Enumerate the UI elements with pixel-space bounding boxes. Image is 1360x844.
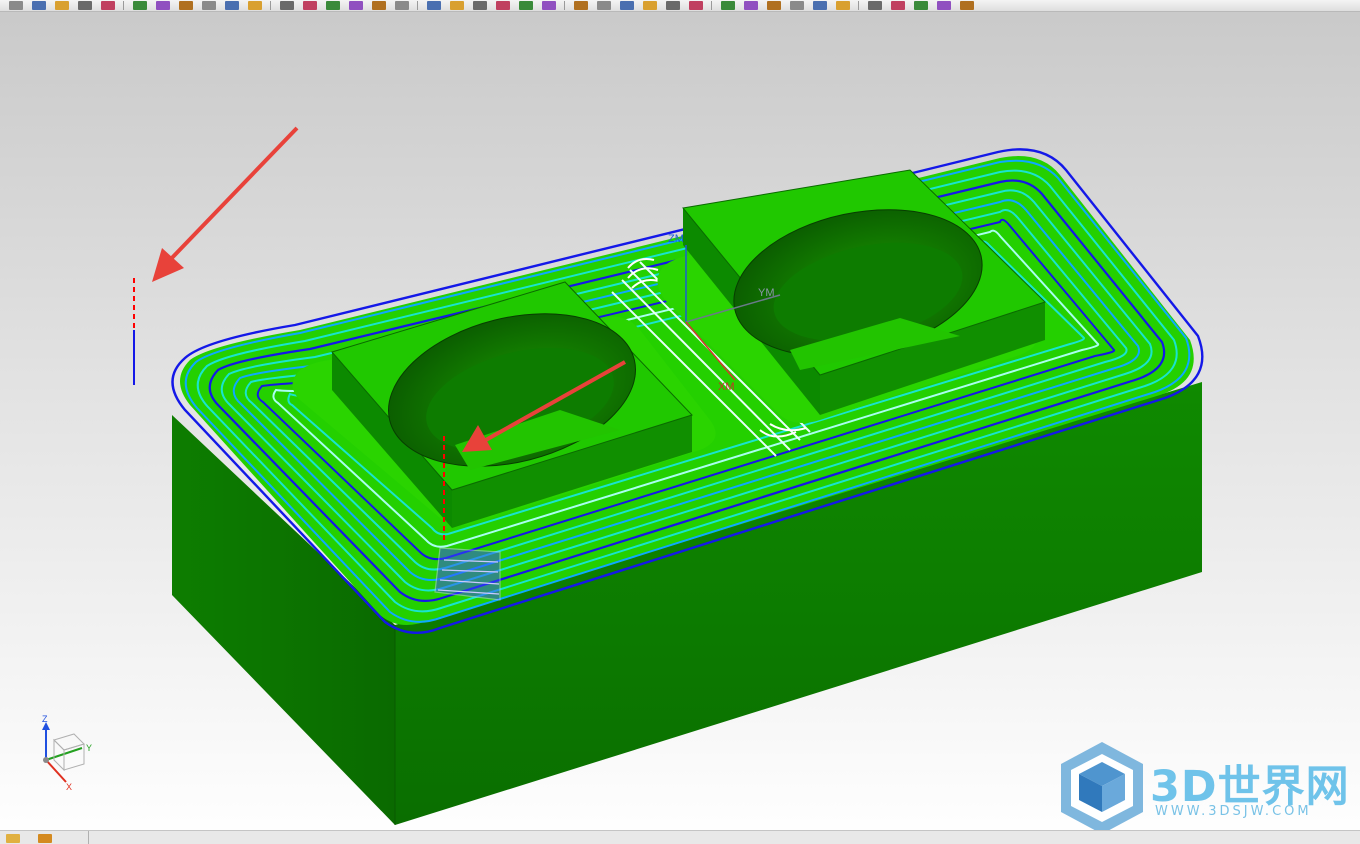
toolbar-separator [858,1,859,10]
wcs-zm-label: ZM [668,233,684,245]
toolbar-button-icon[interactable] [790,1,804,10]
toolbar-separator [270,1,271,10]
triad-x-label: X [66,782,73,792]
toolbar-button-icon[interactable] [891,1,905,10]
toolbar-button-icon[interactable] [666,1,680,10]
toolbar-separator [417,1,418,10]
wcs-xm-label: XM [718,381,735,393]
toolbar-button-icon[interactable] [519,1,533,10]
toolbar-separator [711,1,712,10]
toolbar-button-icon[interactable] [32,1,46,10]
toolbar-button-icon[interactable] [914,1,928,10]
toolbar-button-icon[interactable] [372,1,386,10]
watermark-logo-icon [1061,742,1143,834]
toolbar-button-icon[interactable] [721,1,735,10]
toolbar-button-icon[interactable] [620,1,634,10]
toolbar-button-icon[interactable] [836,1,850,10]
toolbar-button-icon[interactable] [597,1,611,10]
toolbar-button-icon[interactable] [326,1,340,10]
toolbar-button-icon[interactable] [496,1,510,10]
toolbar-button-icon[interactable] [689,1,703,10]
ramp-toolpath [434,547,501,601]
main-toolbar [0,0,1360,12]
toolbar-button-icon[interactable] [303,1,317,10]
part-3d-view[interactable]: ZM YM XM [0,12,1360,830]
toolbar-button-icon[interactable] [767,1,781,10]
graphics-viewport[interactable]: ZM YM XM [0,12,1360,830]
toolbar-button-icon[interactable] [643,1,657,10]
toolbar-button-icon[interactable] [427,1,441,10]
toolbar-button-icon[interactable] [395,1,409,10]
watermark: 3D世界网 WWW.3DSJW.COM [1055,738,1355,838]
toolbar-button-icon[interactable] [133,1,147,10]
toolbar-separator [123,1,124,10]
part-navigator-icon[interactable] [38,834,52,843]
triad-y-label: Y [86,743,93,753]
toolbar-button-icon[interactable] [868,1,882,10]
toolbar-button-icon[interactable] [542,1,556,10]
toolbar-button-icon[interactable] [9,1,23,10]
view-triad[interactable]: Z Y X [30,710,110,800]
toolbar-button-icon[interactable] [78,1,92,10]
arrow-left-annotation [152,126,299,282]
toolbar-button-icon[interactable] [744,1,758,10]
status-bar [0,830,1360,844]
toolbar-button-icon[interactable] [156,1,170,10]
triad-z-label: Z [42,714,48,724]
toolbar-button-icon[interactable] [225,1,239,10]
watermark-url: WWW.3DSJW.COM [1155,804,1312,819]
toolbar-button-icon[interactable] [813,1,827,10]
toolbar-button-icon[interactable] [179,1,193,10]
toolbar-button-icon[interactable] [450,1,464,10]
toolbar-button-icon[interactable] [960,1,974,10]
toolbar-separator [564,1,565,10]
wcs-ym-label: YM [758,287,775,299]
toolbar-button-icon[interactable] [349,1,363,10]
toolbar-button-icon[interactable] [202,1,216,10]
toolbar-button-icon[interactable] [937,1,951,10]
toolbar-button-icon[interactable] [473,1,487,10]
folder-icon[interactable] [6,834,20,843]
toolbar-button-icon[interactable] [55,1,69,10]
toolbar-button-icon[interactable] [101,1,115,10]
toolbar-button-icon[interactable] [574,1,588,10]
toolbar-button-icon[interactable] [248,1,262,10]
toolbar-button-icon[interactable] [280,1,294,10]
